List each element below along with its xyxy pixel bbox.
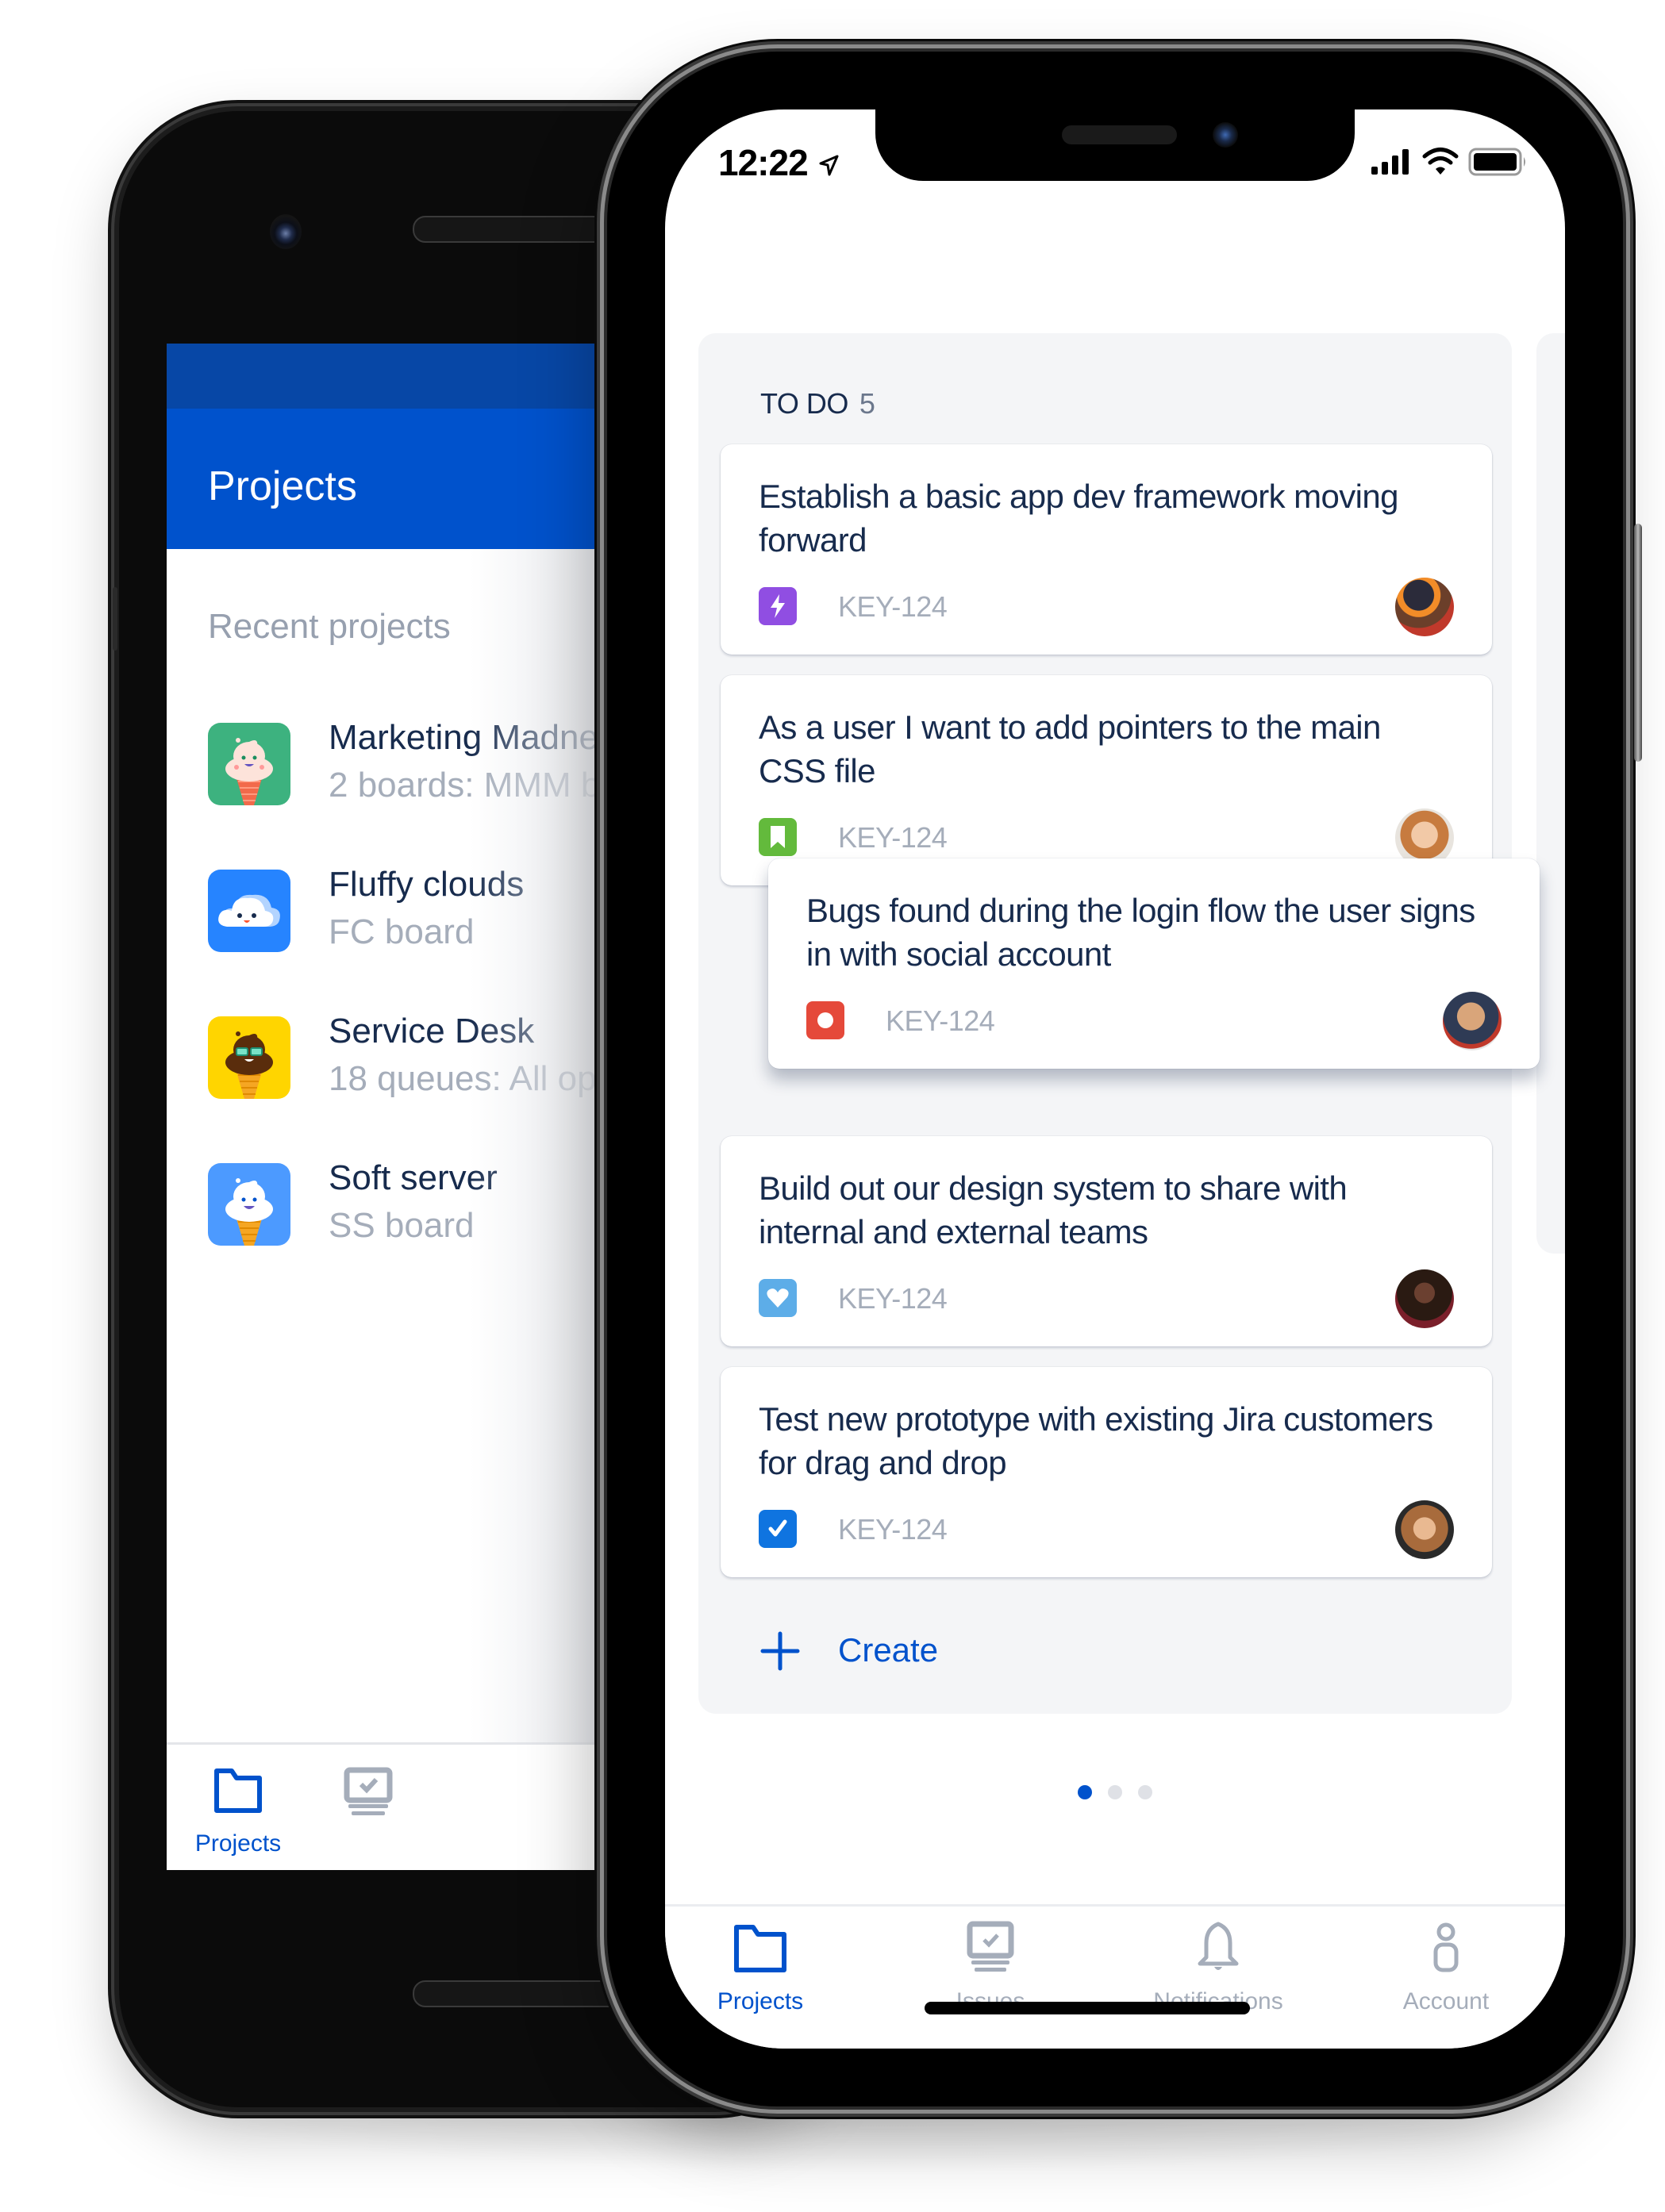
project-subtitle: 2 boards: MMM board — [329, 766, 605, 805]
board-column-todo: TO DO 5 Establish a basic app dev framewo… — [698, 333, 1540, 1714]
issue-card[interactable]: As a user I want to add pointers to the … — [721, 675, 1492, 885]
status-icons — [1371, 146, 1530, 178]
issue-title: Test new prototype with existing Jira cu… — [759, 1400, 1433, 1481]
folder-icon — [734, 1925, 786, 1972]
create-label: Create — [838, 1631, 939, 1669]
project-item[interactable]: Fluffy clouds FC board — [208, 865, 605, 957]
page-dot[interactable] — [1108, 1785, 1122, 1799]
tab-label: Account — [1402, 1988, 1490, 2014]
person-icon — [1433, 1922, 1459, 1972]
nav-item-issues[interactable] — [286, 1745, 429, 1870]
project-name: Service Desk — [329, 1012, 535, 1050]
android-front-camera — [270, 214, 302, 249]
iphone-side-button — [1634, 524, 1642, 762]
issue-key: KEY-124 — [838, 1513, 948, 1546]
signal-icon — [1371, 149, 1409, 175]
folder-icon — [214, 1768, 262, 1813]
project-name: Soft server — [329, 1158, 498, 1197]
issue-card[interactable]: Establish a basic app dev framework movi… — [721, 444, 1492, 655]
column-title: TO DO — [760, 387, 848, 420]
status-time: 12:22 — [718, 141, 839, 184]
project-item[interactable]: Service Desk 18 queues: All open — [208, 1012, 605, 1104]
iphone-screen: 12:22 TO DO 5 Establish a basic app dev … — [665, 109, 1565, 2049]
iphone: 12:22 TO DO 5 Establish a basic app dev … — [607, 52, 1642, 2106]
column-count: 5 — [859, 387, 875, 420]
location-arrow-icon — [819, 155, 839, 176]
tab-account[interactable]: Account — [1351, 1907, 1541, 2049]
page-title: Projects — [208, 463, 357, 509]
project-subtitle: 18 queues: All open — [329, 1059, 605, 1098]
heart-icon — [759, 1279, 797, 1317]
android-app-header: Projects — [167, 409, 605, 549]
issue-card-dragging[interactable]: Bugs found during the login flow the use… — [768, 858, 1540, 1069]
next-column-peek[interactable] — [1536, 333, 1565, 1254]
issue-key: KEY-124 — [838, 1282, 948, 1315]
home-indicator[interactable] — [925, 2002, 1250, 2014]
tab-projects[interactable]: Projects — [665, 1907, 856, 2049]
ice-cream-vanilla-icon — [208, 1163, 290, 1246]
ice-cream-pink-icon — [208, 723, 290, 805]
android-side-button — [113, 587, 117, 651]
android-screen: Projects Recent projects Marketing Madne… — [167, 344, 605, 1870]
issue-card[interactable]: Test new prototype with existing Jira cu… — [721, 1367, 1492, 1577]
page-dot[interactable] — [1138, 1785, 1152, 1799]
tab-issues[interactable]: Issues — [895, 1907, 1086, 2049]
issue-title: Build out our design system to share wit… — [759, 1169, 1348, 1250]
avatar[interactable] — [1395, 1500, 1454, 1559]
column-header: TO DO 5 — [760, 387, 875, 421]
issue-key: KEY-124 — [886, 1004, 995, 1037]
issue-key: KEY-124 — [838, 590, 948, 623]
issue-key: KEY-124 — [838, 821, 948, 854]
notch-speaker — [1062, 125, 1177, 144]
cloud-icon — [208, 870, 290, 952]
issue-title: Establish a basic app dev framework movi… — [759, 478, 1398, 559]
project-name: Fluffy clouds — [329, 865, 525, 904]
bookmark-icon — [759, 818, 797, 856]
section-label-recent-projects: Recent projects — [208, 607, 451, 646]
tab-notifications[interactable]: Notifications — [1123, 1907, 1313, 2049]
issue-title: Bugs found during the login flow the use… — [806, 892, 1475, 973]
android-status-bar — [167, 344, 605, 409]
lightning-icon — [759, 587, 797, 625]
page-dot-active[interactable] — [1078, 1785, 1092, 1799]
status-time-text: 12:22 — [718, 142, 809, 183]
bug-dot-icon — [806, 1001, 844, 1039]
avatar[interactable] — [1443, 992, 1502, 1050]
notch-camera — [1213, 122, 1238, 148]
battery-icon — [1468, 148, 1525, 176]
issue-card[interactable]: Build out our design system to share wit… — [721, 1136, 1492, 1346]
issue-title: As a user I want to add pointers to the … — [759, 709, 1381, 789]
project-subtitle: FC board — [329, 912, 475, 951]
project-name: Marketing Madness — [329, 718, 605, 757]
ice-cream-chocolate-icon — [208, 1016, 290, 1099]
avatar[interactable] — [1395, 578, 1454, 636]
tab-bar: Projects Issues Notifications — [665, 1904, 1565, 2049]
project-item[interactable]: Marketing Madness 2 boards: MMM board — [208, 718, 605, 810]
notch — [875, 109, 1355, 181]
issues-icon — [967, 1921, 1014, 1972]
wifi-icon — [1422, 148, 1459, 175]
project-subtitle: SS board — [329, 1206, 475, 1245]
checkbox-icon — [759, 1510, 797, 1548]
project-item[interactable]: Soft server SS board — [208, 1158, 605, 1250]
tab-label: Projects — [717, 1988, 804, 2014]
page-indicator — [665, 1785, 1565, 1801]
avatar[interactable] — [1395, 1269, 1454, 1328]
plus-icon — [760, 1631, 800, 1671]
issues-icon — [344, 1767, 393, 1815]
android-bottom-nav: Projects — [167, 1742, 605, 1870]
bell-icon — [1198, 1922, 1239, 1970]
